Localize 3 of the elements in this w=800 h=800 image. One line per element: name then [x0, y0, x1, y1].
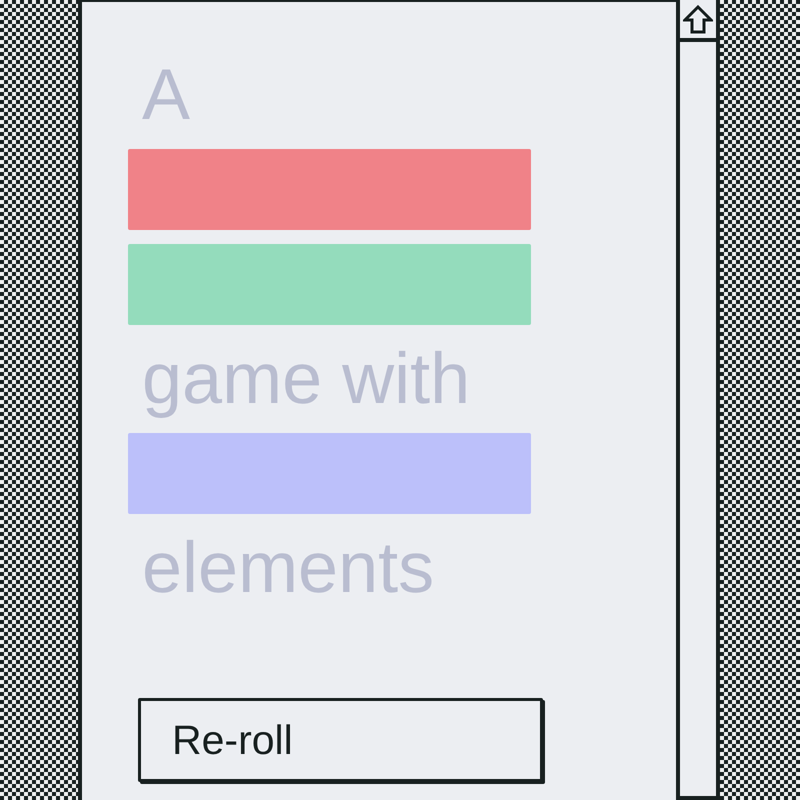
- up-arrow-icon: [683, 5, 713, 35]
- reroll-button[interactable]: Re-roll: [138, 698, 543, 782]
- scrollbar-track[interactable]: [676, 0, 720, 800]
